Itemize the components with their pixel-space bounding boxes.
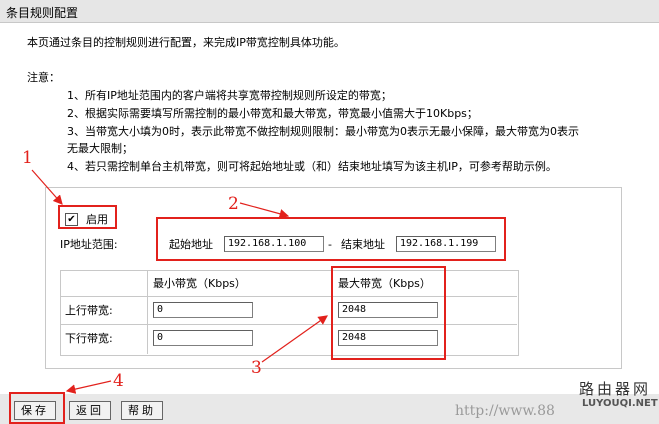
arrow-1	[31, 169, 63, 205]
watermark-title: 路由器网	[579, 380, 652, 398]
arrow-2	[239, 202, 290, 219]
annotation-arrows	[31, 169, 328, 394]
watermark-url: http://www.88	[455, 403, 555, 419]
arrow-3	[261, 315, 328, 363]
watermark-domain: LUYOUQI.NET	[582, 398, 658, 409]
arrow-4	[65, 380, 112, 394]
